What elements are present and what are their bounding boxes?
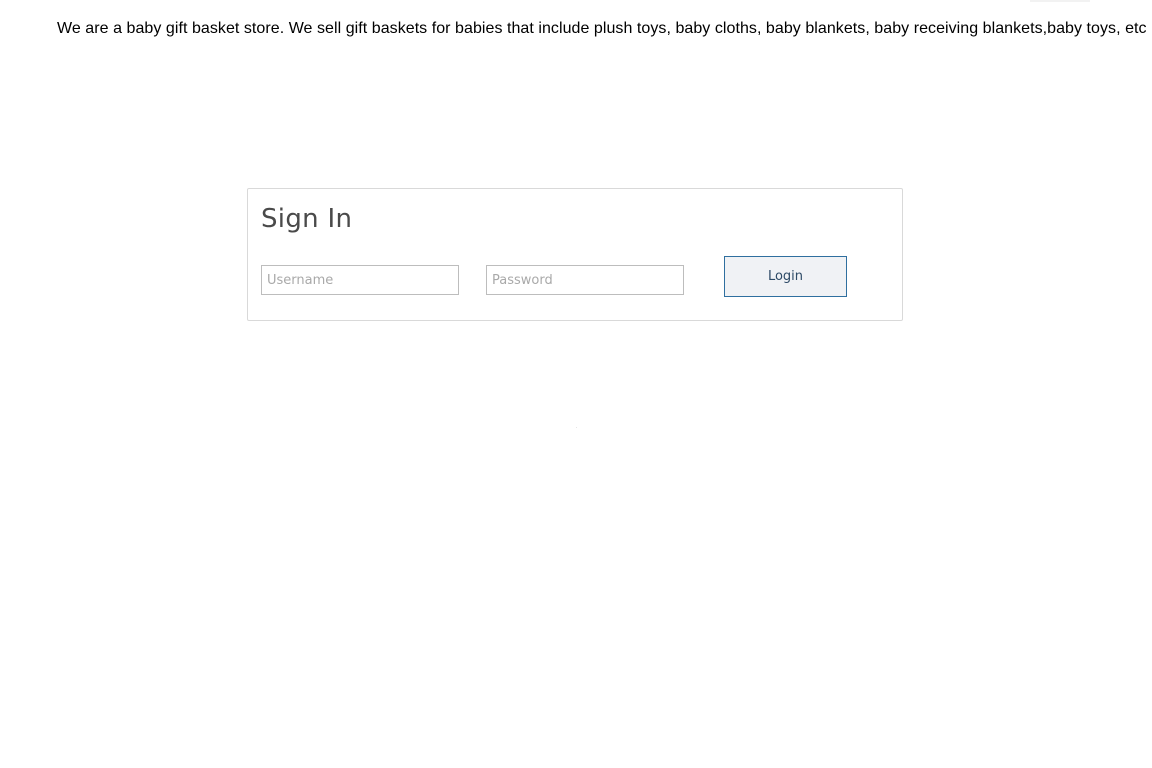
stray-pixel (576, 427, 577, 428)
top-edge-decoration (1030, 0, 1090, 2)
login-button[interactable]: Login (724, 256, 847, 297)
sign-in-panel: Sign In Login (247, 188, 903, 321)
password-input[interactable] (486, 265, 684, 295)
sign-in-heading: Sign In (261, 204, 353, 234)
store-description: We are a baby gift basket store. We sell… (57, 20, 1147, 37)
username-input[interactable] (261, 265, 459, 295)
